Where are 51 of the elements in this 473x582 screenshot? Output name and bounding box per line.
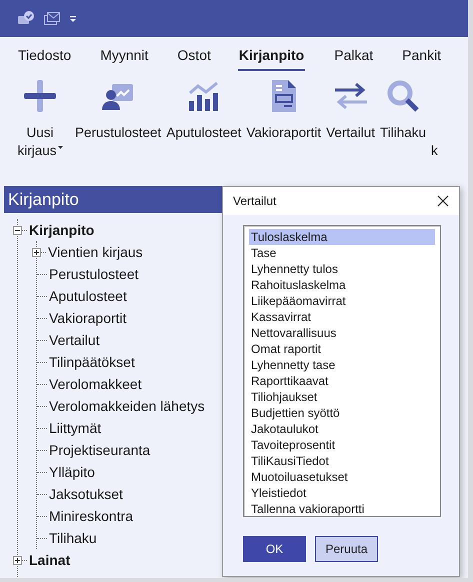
list-item[interactable]: Rahoituslaskelma: [249, 277, 435, 293]
tree-item[interactable]: Ylläpito: [49, 464, 95, 480]
tree-item[interactable]: Tilinpäätökset: [49, 354, 135, 370]
menu-tab[interactable]: Myynnit: [100, 47, 148, 69]
tree-item[interactable]: Jaksotukset: [49, 486, 123, 502]
list-item[interactable]: Muotoiluasetukset: [249, 469, 435, 485]
list-item[interactable]: Omat raportit: [249, 341, 435, 357]
toolbar-button[interactable]: Perustulosteet: [75, 124, 162, 142]
tree-item[interactable]: Aputulosteet: [49, 288, 127, 304]
list-item[interactable]: Tuloslaskelma: [249, 229, 435, 245]
list-item[interactable]: Kassavirrat: [249, 309, 435, 325]
list-item[interactable]: Nettovarallisuus: [249, 325, 435, 341]
toolbar-button[interactable]: Tilihaku: [380, 124, 426, 142]
menu-tab[interactable]: Tiedosto: [18, 47, 72, 69]
tree-item[interactable]: Verolomakkeet: [49, 376, 142, 392]
toolbar-button[interactable]: Uusi kirjaus: [10, 124, 70, 160]
tree-item[interactable]: Kirjanpito: [29, 222, 94, 238]
tree-item[interactable]: Vertailut: [49, 332, 100, 348]
list-item[interactable]: Raporttikaavat: [249, 373, 435, 389]
list-item[interactable]: Tallenna vakioraportti: [249, 501, 435, 517]
list-item[interactable]: Jakotaulukot: [249, 421, 435, 437]
list-item[interactable]: Budjettien syöttö: [249, 405, 435, 421]
menu-tab[interactable]: Kirjanpito: [238, 47, 306, 71]
menu-tab[interactable]: Palkat: [334, 47, 374, 69]
toolbar-button[interactable]: Vakioraportit: [246, 124, 322, 142]
cancel-button[interactable]: Peruuta: [315, 536, 378, 562]
toolbar-button[interactable]: k: [430, 142, 438, 160]
ok-button[interactable]: OK: [243, 536, 306, 562]
list-item[interactable]: Tavoiteprosentit: [249, 437, 435, 453]
menu-tab[interactable]: Pankit: [402, 47, 442, 69]
tree-item[interactable]: Minireskontra: [49, 508, 134, 524]
list-item[interactable]: Tiliohjaukset: [249, 389, 435, 405]
toolbar-button[interactable]: Aputulosteet: [166, 124, 242, 142]
tree-item[interactable]: Projektiseuranta: [49, 442, 150, 458]
menu-tab[interactable]: Ostot: [177, 47, 211, 69]
tree-item[interactable]: Verolomakkeiden lähetys: [49, 398, 205, 414]
list-item[interactable]: Yleistiedot: [249, 485, 435, 501]
tree-item[interactable]: Tilihaku: [49, 530, 97, 546]
list-item[interactable]: Lyhennetty tase: [249, 357, 435, 373]
tree-item[interactable]: Lainat: [29, 552, 70, 568]
tree-item[interactable]: Perustulosteet: [49, 266, 138, 282]
panel-title: Kirjanpito: [4, 186, 222, 213]
list-item[interactable]: Lyhennetty tulos: [249, 261, 435, 277]
tree-item[interactable]: Vakioraportit: [49, 310, 127, 326]
list-item[interactable]: TiliKausiTiedot: [249, 453, 435, 469]
dialog-title: Vertailut: [233, 194, 276, 208]
tree-item[interactable]: Liittymät: [49, 420, 102, 436]
tree-item[interactable]: Vientien kirjaus: [48, 244, 143, 260]
toolbar-button[interactable]: Vertailut: [326, 124, 375, 142]
list-item[interactable]: Liikepääomavirrat: [249, 293, 435, 309]
list-item[interactable]: Tase: [249, 245, 435, 261]
